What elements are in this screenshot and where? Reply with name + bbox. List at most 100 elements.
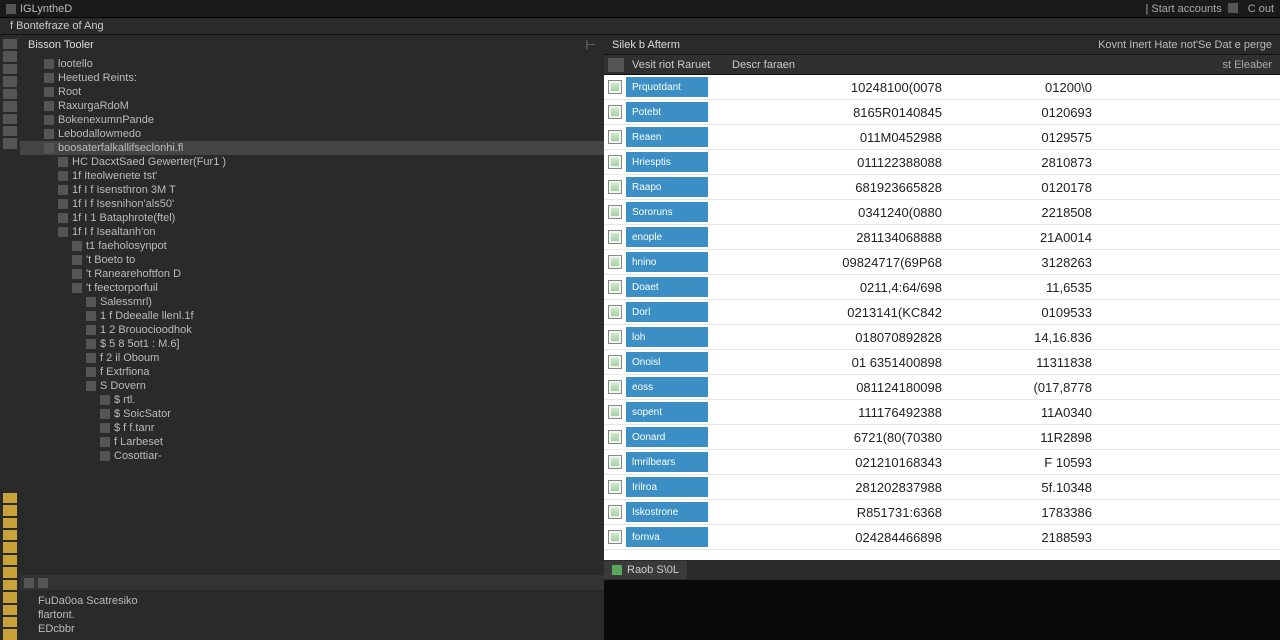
strip-icon[interactable] xyxy=(3,605,17,615)
row-checkbox[interactable] xyxy=(608,305,622,319)
row-chip[interactable]: fornva xyxy=(626,527,708,547)
quick-label[interactable]: C out xyxy=(1248,3,1274,15)
row-chip[interactable]: Iskostrone xyxy=(626,502,708,522)
row-checkbox[interactable] xyxy=(608,155,622,169)
row-chip[interactable]: Raapo xyxy=(626,177,708,197)
table-row[interactable]: Reaen011M04529880129575 xyxy=(604,125,1280,150)
tree-item[interactable]: Cosottiar- xyxy=(20,449,604,463)
table-row[interactable]: lmrilbears021210168343F 10593 xyxy=(604,450,1280,475)
tree-item[interactable]: BokenexumnPande xyxy=(20,113,604,127)
strip-icon[interactable] xyxy=(3,138,17,148)
row-checkbox[interactable] xyxy=(608,430,622,444)
tree-item[interactable]: 1f I f Isensthron 3M T xyxy=(20,183,604,197)
row-checkbox[interactable] xyxy=(608,405,622,419)
tree-item[interactable]: S Dovern xyxy=(20,379,604,393)
result-tab[interactable]: Raob S\0L xyxy=(604,561,687,579)
tree-item[interactable]: Lebodallowmedo xyxy=(20,127,604,141)
tree-foot-tabs[interactable] xyxy=(20,575,604,590)
menu-item[interactable]: f Bontefraze of Ang xyxy=(10,20,104,32)
row-chip[interactable]: Oonard xyxy=(626,427,708,447)
row-chip[interactable]: lmrilbears xyxy=(626,452,708,472)
strip-icon[interactable] xyxy=(3,64,17,74)
table-row[interactable]: eoss081124180098(017,8778 xyxy=(604,375,1280,400)
strip-icon[interactable] xyxy=(3,505,17,515)
tree-item[interactable]: t1 faeholosynpot xyxy=(20,239,604,253)
row-chip[interactable]: Irilroa xyxy=(626,477,708,497)
strip-icon[interactable] xyxy=(3,101,17,111)
table-body[interactable]: Prquotdant10248100(007801200\0Potebt8165… xyxy=(604,75,1280,560)
tree-bottom-item[interactable]: flartont. xyxy=(28,608,596,622)
row-checkbox[interactable] xyxy=(608,255,622,269)
tree-item[interactable]: $ SoicSator xyxy=(20,407,604,421)
tree-item[interactable]: Salessmrl) xyxy=(20,295,604,309)
row-chip[interactable]: hnino xyxy=(626,252,708,272)
strip-icon[interactable] xyxy=(3,567,17,577)
table-row[interactable]: Irilroa2812028379885f.10348 xyxy=(604,475,1280,500)
strip-icon[interactable] xyxy=(3,493,17,503)
table-row[interactable]: fornva0242844668982188593 xyxy=(604,525,1280,550)
table-row[interactable]: enople28113406888821A0014 xyxy=(604,225,1280,250)
row-chip[interactable]: eoss xyxy=(626,377,708,397)
tree-body[interactable]: lootelloHeetued Reints:RootRaxurgaRdoMBo… xyxy=(20,55,604,575)
row-checkbox[interactable] xyxy=(608,180,622,194)
strip-icon[interactable] xyxy=(3,555,17,565)
tree-item[interactable]: 1f I f Isesnihon'als50' xyxy=(20,197,604,211)
table-row[interactable]: Sororuns0341240(08802218508 xyxy=(604,200,1280,225)
tree-item[interactable]: lootello xyxy=(20,57,604,71)
row-checkbox[interactable] xyxy=(608,455,622,469)
table-row[interactable]: Potebt8165R01408450120693 xyxy=(604,100,1280,125)
col-right-label[interactable]: st Eleaber xyxy=(1222,59,1280,71)
row-checkbox[interactable] xyxy=(608,480,622,494)
strip-icon[interactable] xyxy=(3,617,17,627)
tree-item[interactable]: 1f Iteolwenete tst' xyxy=(20,169,604,183)
strip-icon[interactable] xyxy=(3,126,17,136)
table-row[interactable]: Raapo6819236658280120178 xyxy=(604,175,1280,200)
strip-icon[interactable] xyxy=(3,629,17,639)
table-row[interactable]: Doaet0211,4:64/69811,6535 xyxy=(604,275,1280,300)
tree-item[interactable]: 1f I f Isealtanh'on xyxy=(20,225,604,239)
strip-icon[interactable] xyxy=(3,76,17,86)
strip-icon[interactable] xyxy=(3,114,17,124)
row-chip[interactable]: Doaet xyxy=(626,277,708,297)
strip-icon[interactable] xyxy=(3,89,17,99)
column-header[interactable]: Vesit riot Raruet Descr faraen st Eleabe… xyxy=(604,55,1280,75)
row-chip[interactable]: loh xyxy=(626,327,708,347)
strip-icon[interactable] xyxy=(3,580,17,590)
tree-item[interactable]: RaxurgaRdoM xyxy=(20,99,604,113)
row-checkbox[interactable] xyxy=(608,130,622,144)
strip-icon[interactable] xyxy=(3,518,17,528)
row-checkbox[interactable] xyxy=(608,330,622,344)
menu-bar[interactable]: f Bontefraze of Ang xyxy=(0,18,1280,35)
strip-icon[interactable] xyxy=(3,530,17,540)
row-checkbox[interactable] xyxy=(608,280,622,294)
row-checkbox[interactable] xyxy=(608,205,622,219)
row-chip[interactable]: Potebt xyxy=(626,102,708,122)
table-row[interactable]: Hriesptis0111223880882810873 xyxy=(604,150,1280,175)
tree-item[interactable]: $ 5 8 5ot1 : M.6] xyxy=(20,337,604,351)
tree-item[interactable]: Root xyxy=(20,85,604,99)
tree-item[interactable]: boosaterfalkallifseclonhi.fl xyxy=(20,141,604,155)
strip-icon[interactable] xyxy=(3,542,17,552)
tree-bottom-item[interactable]: EDcbbr xyxy=(28,622,596,636)
strip-icon[interactable] xyxy=(3,39,17,49)
tree-item[interactable]: HC DacxtSaed Gewerter(Fur1 ) xyxy=(20,155,604,169)
table-row[interactable]: hnino09824717(69P683128263 xyxy=(604,250,1280,275)
table-row[interactable]: Dorl0213141(KC8420109533 xyxy=(604,300,1280,325)
col-desc-label[interactable]: Descr faraen xyxy=(728,59,828,71)
tree-item[interactable]: f Extrfiona xyxy=(20,365,604,379)
row-chip[interactable]: Onoisl xyxy=(626,352,708,372)
tree-item[interactable]: $ rtl. xyxy=(20,393,604,407)
row-checkbox[interactable] xyxy=(608,80,622,94)
row-chip[interactable]: sopent xyxy=(626,402,708,422)
tree-item[interactable]: $ f f.tanr xyxy=(20,421,604,435)
tree-item[interactable]: 't Boeto to xyxy=(20,253,604,267)
row-chip[interactable]: enople xyxy=(626,227,708,247)
foot-tab-icon[interactable] xyxy=(24,578,34,588)
titlebar-icon1[interactable] xyxy=(1228,3,1238,13)
tree-item[interactable]: 1 2 Brouocioodhok xyxy=(20,323,604,337)
table-row[interactable]: sopent11117649238811A0340 xyxy=(604,400,1280,425)
tree-bottom-item[interactable]: FuDa0oa Scatresiko xyxy=(28,594,596,608)
foot-tab-icon[interactable] xyxy=(38,578,48,588)
table-row[interactable]: IskostroneR851731:63681783386 xyxy=(604,500,1280,525)
row-chip[interactable]: Dorl xyxy=(626,302,708,322)
